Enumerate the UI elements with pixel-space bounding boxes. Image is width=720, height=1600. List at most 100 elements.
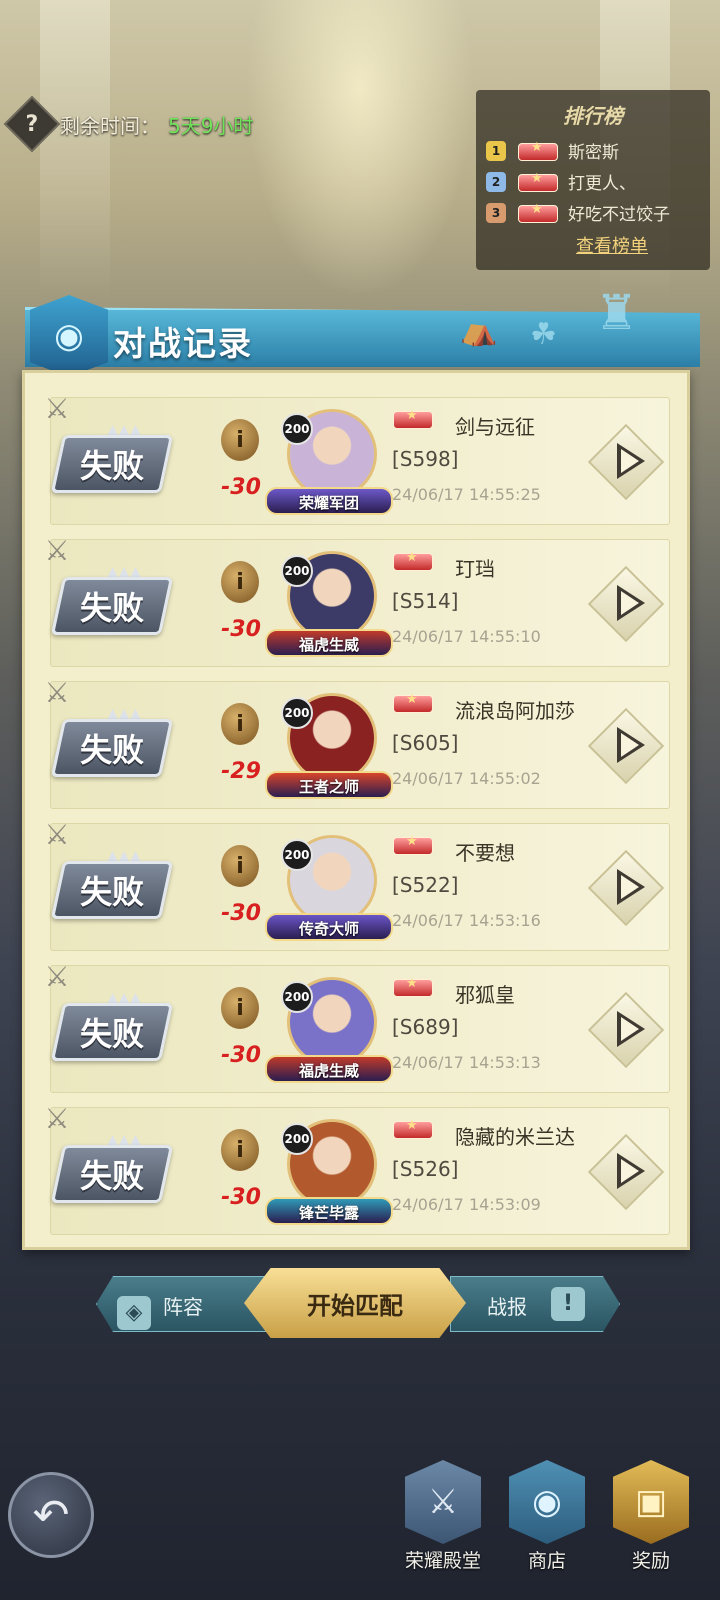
- leaderboard-entry[interactable]: 1 斯密斯: [486, 135, 700, 166]
- avatar-frame-label: 荣耀军团: [265, 487, 393, 515]
- battle-record-list: ⚔▲▲▲失败i-30200荣耀军团剑与远征[S598]24/06/17 14:5…: [22, 370, 690, 1250]
- shop-icon: ◉: [509, 1460, 585, 1544]
- battle-record-header: ◉ 对战记录 ⛺ ☘ ♜: [10, 285, 700, 377]
- avatar-frame-label: 福虎生威: [265, 1055, 393, 1083]
- start-match-label: 开始匹配: [307, 1291, 403, 1320]
- opponent-server: [S598]: [392, 447, 459, 471]
- result-badge: 失败: [50, 1003, 174, 1061]
- opponent-server: [S514]: [392, 589, 459, 613]
- report-label: 战报: [487, 1295, 527, 1319]
- level-badge: 200: [281, 839, 313, 871]
- play-icon: [617, 1153, 645, 1189]
- rank-tier-icon: [512, 140, 562, 161]
- trophy-medal-icon: i: [221, 987, 259, 1029]
- score-change: -30: [221, 901, 261, 926]
- opponent-name: 剑与远征: [455, 415, 535, 439]
- leaderboard-player-name: 斯密斯: [568, 143, 619, 163]
- result-badge: 失败: [50, 719, 174, 777]
- replay-button[interactable]: [587, 423, 665, 501]
- rank-tier-icon: [387, 834, 437, 855]
- view-leaderboard-link[interactable]: 查看榜单: [486, 232, 648, 258]
- remaining-time-value: 5天9小时: [168, 113, 254, 138]
- result-badge: 失败: [50, 861, 174, 919]
- opponent-server: [S689]: [392, 1015, 459, 1039]
- shield-icon: ◈: [117, 1296, 151, 1330]
- play-icon: [617, 443, 645, 479]
- result-badge: 失败: [50, 577, 174, 635]
- level-badge: 200: [281, 981, 313, 1013]
- replay-button[interactable]: [587, 991, 665, 1069]
- battle-record-row: ⚔▲▲▲失败i-30200传奇大师不要想[S522]24/06/17 14:53…: [25, 818, 687, 965]
- crossed-swords-icon: ⚔: [44, 676, 70, 709]
- trophy-medal-icon: i: [221, 703, 259, 745]
- avatar-frame-label: 传奇大师: [265, 913, 393, 941]
- play-icon: [617, 1011, 645, 1047]
- replay-button[interactable]: [587, 707, 665, 785]
- hall-label: 荣耀殿堂: [404, 1550, 481, 1572]
- arena-emblem-icon: ◉: [30, 295, 108, 377]
- start-match-button[interactable]: 开始匹配: [244, 1268, 466, 1338]
- question-icon: ?: [25, 111, 39, 137]
- rewards-button[interactable]: ▣ 奖励: [608, 1460, 694, 1590]
- rank-medal-icon: 1: [486, 140, 506, 161]
- result-label: 失败: [79, 873, 144, 911]
- report-icon: !: [551, 1287, 585, 1321]
- opponent-name: 邪狐皇: [455, 983, 515, 1007]
- trophy-medal-icon: i: [221, 845, 259, 887]
- avatar-frame-label: 王者之师: [265, 771, 393, 799]
- rank-tier-icon: [387, 408, 437, 429]
- hall-of-glory-button[interactable]: ⚔ 荣耀殿堂: [400, 1460, 486, 1590]
- knight-silhouette-icon: ♜: [595, 285, 639, 341]
- leaderboard-panel: 排行榜 1 斯密斯 2 打更人、 3 好吃不过饺子 查看榜单: [476, 90, 710, 270]
- score-change: -30: [221, 1043, 261, 1068]
- battle-time: 24/06/17 14:53:16: [392, 911, 541, 930]
- opponent-name: 玎珰: [455, 557, 495, 581]
- replay-button[interactable]: [587, 565, 665, 643]
- remaining-time-label: 剩余时间：: [60, 113, 160, 138]
- score-change: -29: [221, 759, 261, 784]
- leaderboard-entry[interactable]: 3 好吃不过饺子: [486, 197, 700, 228]
- avatar-frame-label: 福虎生威: [265, 629, 393, 657]
- remaining-time: ? 剩余时间： 5天9小时: [3, 95, 254, 153]
- score-change: -30: [221, 475, 261, 500]
- shop-button[interactable]: ◉ 商店: [504, 1460, 590, 1590]
- leaderboard-entry[interactable]: 2 打更人、: [486, 166, 700, 197]
- back-button[interactable]: ↶: [8, 1472, 94, 1558]
- shop-label: 商店: [527, 1550, 566, 1572]
- opponent-server: [S605]: [392, 731, 459, 755]
- crossed-swords-icon: ⚔: [44, 392, 70, 425]
- background-throne: [245, 0, 475, 300]
- level-badge: 200: [281, 1123, 313, 1155]
- battle-record-row: ⚔▲▲▲失败i-30200福虎生威玎珰[S514]24/06/17 14:55:…: [25, 534, 687, 681]
- battle-time: 24/06/17 14:55:02: [392, 769, 541, 788]
- rank-medal-icon: 3: [486, 202, 506, 223]
- battle-time: 24/06/17 14:55:10: [392, 627, 541, 646]
- play-icon: [617, 869, 645, 905]
- rewards-label: 奖励: [631, 1550, 670, 1572]
- opponent-server: [S526]: [392, 1157, 459, 1181]
- leaderboard-player-name: 好吃不过饺子: [568, 205, 670, 225]
- rank-tier-icon: [387, 692, 437, 713]
- leaderboard-player-name: 打更人、: [568, 174, 636, 194]
- replay-button[interactable]: [587, 1133, 665, 1211]
- report-tab[interactable]: 战报 !: [450, 1276, 620, 1332]
- level-badge: 200: [281, 413, 313, 445]
- result-label: 失败: [79, 447, 144, 485]
- result-label: 失败: [79, 1015, 144, 1053]
- battle-record-row: ⚔▲▲▲失败i-30200荣耀军团剑与远征[S598]24/06/17 14:5…: [25, 392, 687, 539]
- opponent-name: 隐藏的米兰达: [455, 1125, 575, 1149]
- lineup-tab[interactable]: ◈ 阵容: [96, 1276, 266, 1332]
- avatar-frame-label: 锋芒毕露: [265, 1197, 393, 1225]
- battle-time: 24/06/17 14:55:25: [392, 485, 541, 504]
- replay-button[interactable]: [587, 849, 665, 927]
- play-icon: [617, 727, 645, 763]
- leaderboard-title: 排行榜: [563, 104, 623, 128]
- opponent-name: 流浪岛阿加莎: [455, 699, 575, 723]
- rank-tier-icon: [512, 202, 562, 223]
- help-button[interactable]: ?: [3, 95, 61, 153]
- crossed-swords-icon: ⚔: [44, 1102, 70, 1135]
- result-label: 失败: [79, 1157, 144, 1195]
- page-title: 对战记录: [113, 324, 253, 363]
- opponent-server: [S522]: [392, 873, 459, 897]
- hall-icon: ⚔: [405, 1460, 481, 1544]
